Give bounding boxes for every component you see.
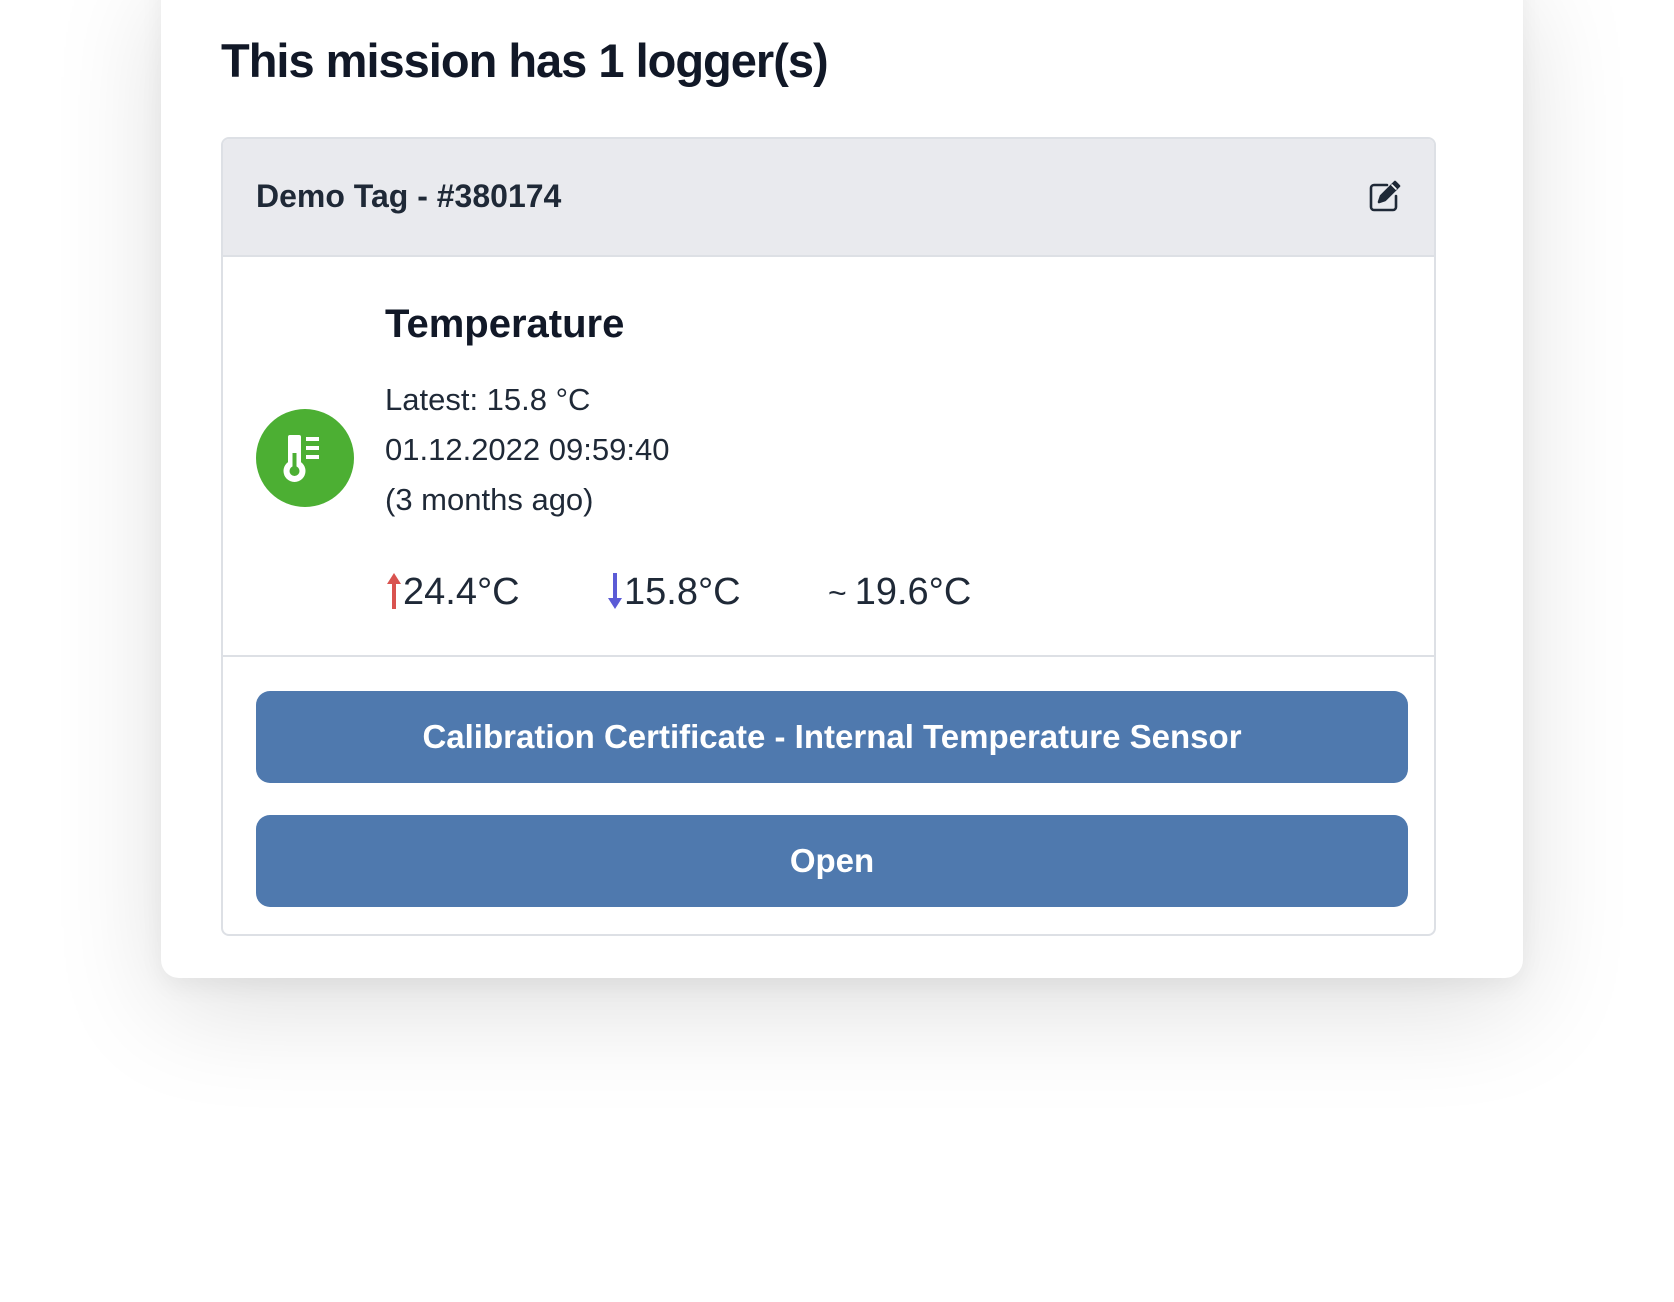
sensor-section: Temperature Latest: 15.8 °C 01.12.2022 0… [223,257,1434,657]
edit-icon[interactable] [1366,177,1404,215]
thermometer-icon [256,409,354,507]
min-stat: 15.8°C [606,567,741,617]
page-title: This mission has 1 logger(s) [221,34,829,87]
open-button[interactable]: Open [256,815,1408,907]
min-value: 15.8°C [624,571,741,613]
logger-card-header: Demo Tag - #380174 [223,139,1434,257]
reading-timestamp: 01.12.2022 09:59:40 [385,432,670,467]
arrow-up-icon [387,572,401,609]
avg-value: 19.6°C [854,571,972,613]
latest-reading: Latest: 15.8 °C [385,382,591,417]
sensor-name: Temperature [385,302,625,346]
average-symbol: ~ [828,575,847,611]
logger-card: Demo Tag - #380174 Temperature Latest: 1… [221,137,1436,936]
arrow-down-icon [608,572,622,609]
max-value: 24.4°C [403,571,520,613]
max-stat: 24.4°C [385,567,520,617]
logger-name: Demo Tag - #380174 [256,178,562,214]
avg-stat: ~19.6°C [828,567,971,618]
reading-relative-time: (3 months ago) [385,482,594,517]
calibration-certificate-button[interactable]: Calibration Certificate - Internal Tempe… [256,691,1408,783]
